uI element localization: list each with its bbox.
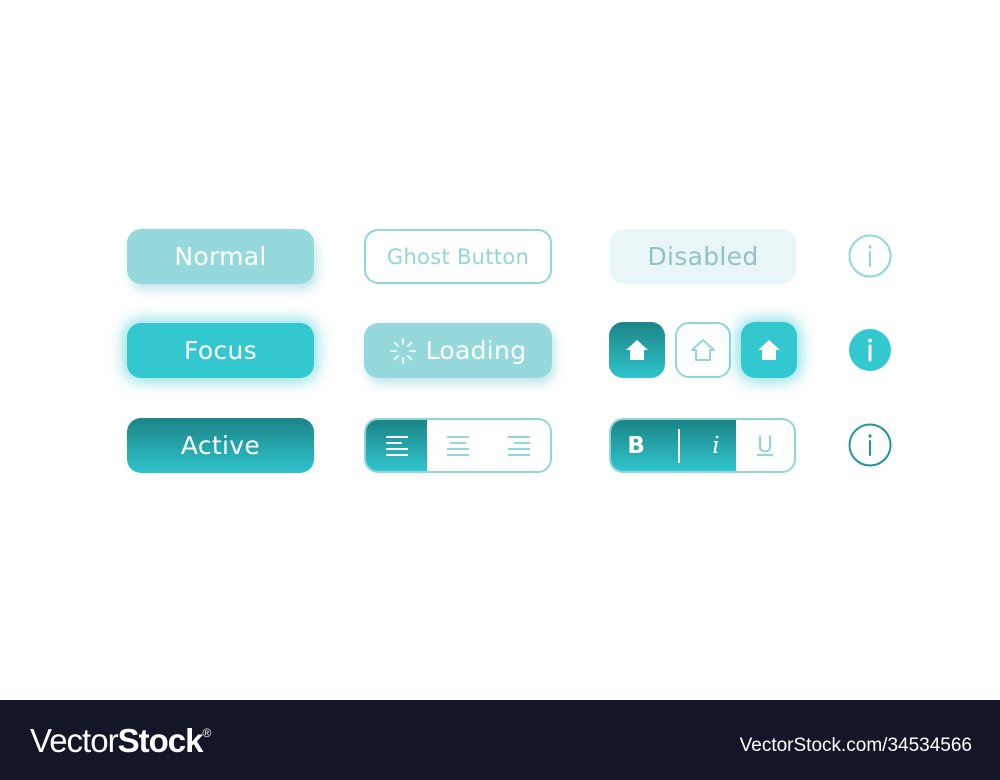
ghost-button[interactable]: Ghost Button [364, 229, 552, 284]
info-icon-outline-light[interactable] [848, 234, 892, 278]
normal-button[interactable]: Normal [127, 229, 314, 284]
italic-button[interactable]: i [712, 433, 719, 459]
home-button-dark[interactable] [609, 322, 665, 378]
home-button-outline[interactable] [675, 322, 731, 378]
home-icon [691, 339, 715, 361]
format-divider [677, 428, 680, 463]
align-left-button[interactable] [366, 420, 428, 471]
bold-button[interactable]: B [627, 433, 645, 459]
text-format-group: B i U [609, 418, 796, 473]
loading-button[interactable]: Loading [364, 323, 552, 378]
underline-button[interactable]: U [736, 420, 794, 471]
home-icon [758, 340, 780, 360]
loading-label: Loading [425, 336, 527, 365]
disabled-button: Disabled [610, 229, 796, 284]
spinner-icon [389, 337, 416, 364]
active-button[interactable]: Active [127, 418, 314, 473]
info-icon-outline-dark[interactable] [848, 423, 892, 467]
text-align-group [364, 418, 552, 473]
info-icon-filled[interactable] [848, 328, 892, 372]
image-id: VectorStock.com/34534566 [739, 735, 972, 756]
focus-button[interactable]: Focus [127, 323, 314, 378]
align-right-icon [508, 435, 531, 456]
align-right-button[interactable] [489, 420, 550, 471]
logo-text-thin: Vector [30, 722, 119, 759]
home-icon [626, 340, 648, 360]
align-center-button[interactable] [427, 420, 488, 471]
registered-mark: ® [202, 726, 211, 740]
align-left-icon [385, 435, 408, 456]
footer-bar: VectorStock® VectorStock.com/34534566 [0, 700, 1000, 780]
home-button-bright[interactable] [741, 322, 797, 378]
vectorstock-logo: VectorStock® [30, 722, 211, 760]
logo-text-bold: Stock [117, 722, 204, 759]
align-center-icon [446, 435, 469, 456]
